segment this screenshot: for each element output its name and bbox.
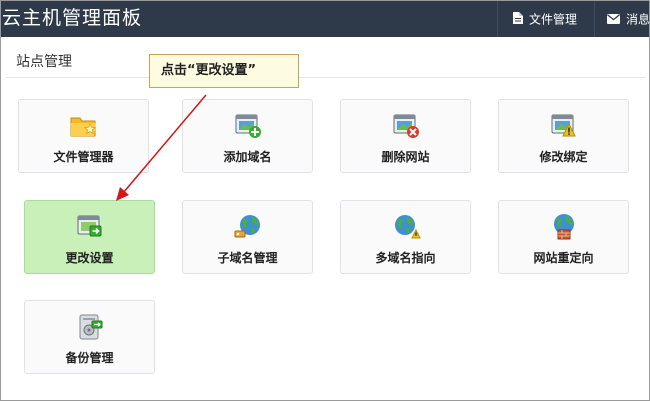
window-frame: 云主机管理面板 文件管理 消息 站点管理 文件管理器 添加域名 删除网站 修改绑…: [0, 0, 650, 401]
annotation-arrow: [116, 94, 207, 201]
instruction-callout: 点击“更改设置”: [149, 54, 299, 88]
